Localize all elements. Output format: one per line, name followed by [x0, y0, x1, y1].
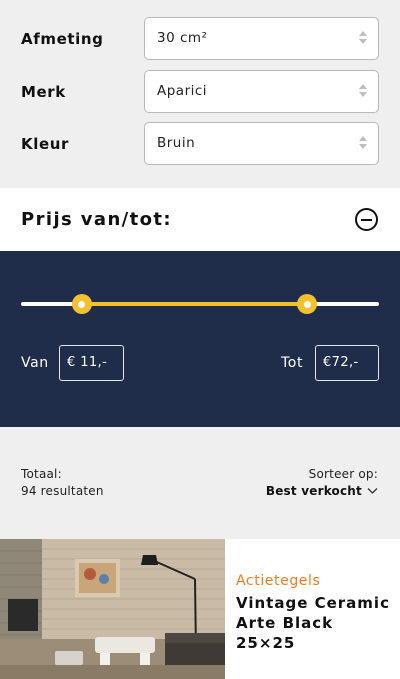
filter-label-afmeting: Afmeting: [21, 30, 104, 48]
price-from-input[interactable]: € 11,-: [59, 345, 124, 381]
product-card[interactable]: Actietegels Vintage Ceramic Arte Black 2…: [0, 539, 400, 679]
living-room-photo: [0, 539, 225, 679]
filter-row-merk: Merk Aparici: [0, 70, 400, 114]
product-category: Actietegels: [236, 573, 321, 589]
price-to-label: Tot: [281, 355, 304, 371]
price-filter-header[interactable]: Prijs van/tot:: [0, 188, 400, 251]
merk-select[interactable]: Aparici: [144, 70, 379, 113]
merk-select-value: Aparici: [157, 83, 208, 99]
select-arrows-icon: [359, 136, 367, 152]
sort-select-value: Best verkocht: [265, 484, 362, 498]
total-label: Totaal:: [21, 467, 62, 481]
afmeting-select[interactable]: 30 cm²: [144, 17, 379, 60]
product-image[interactable]: [0, 539, 225, 679]
price-from-label: Van: [21, 355, 49, 371]
afmeting-select-value: 30 cm²: [157, 30, 208, 46]
filter-row-afmeting: Afmeting 30 cm²: [0, 17, 400, 61]
collapse-minus-icon[interactable]: [355, 208, 378, 231]
price-slider-max-handle[interactable]: [297, 294, 318, 314]
filters-section: Afmeting 30 cm² Merk Aparici Kleur Bruin: [0, 0, 400, 188]
filter-label-kleur: Kleur: [21, 135, 70, 153]
price-slider-min-handle[interactable]: [71, 294, 92, 314]
sort-select[interactable]: Best verkocht: [266, 484, 378, 498]
price-to-input[interactable]: €72,-: [315, 345, 379, 381]
price-range-panel: Van € 11,- Tot €72,-: [0, 251, 400, 427]
chevron-down-icon: [367, 488, 378, 494]
filter-label-merk: Merk: [21, 83, 66, 101]
select-arrows-icon: [359, 31, 367, 47]
results-bar: Totaal: 94 resultaten Sorteer op: Best v…: [0, 427, 400, 539]
product-name[interactable]: Vintage Ceramic Arte Black 25×25: [236, 593, 396, 653]
price-filter-title: Prijs van/tot:: [21, 209, 173, 230]
price-slider-range-fill: [81, 302, 308, 306]
kleur-select[interactable]: Bruin: [144, 122, 379, 165]
results-count: 94 resultaten: [21, 484, 104, 498]
sort-label: Sorteer op:: [308, 467, 378, 481]
filter-row-kleur: Kleur Bruin: [0, 122, 400, 166]
kleur-select-value: Bruin: [157, 135, 196, 151]
select-arrows-icon: [359, 84, 367, 100]
